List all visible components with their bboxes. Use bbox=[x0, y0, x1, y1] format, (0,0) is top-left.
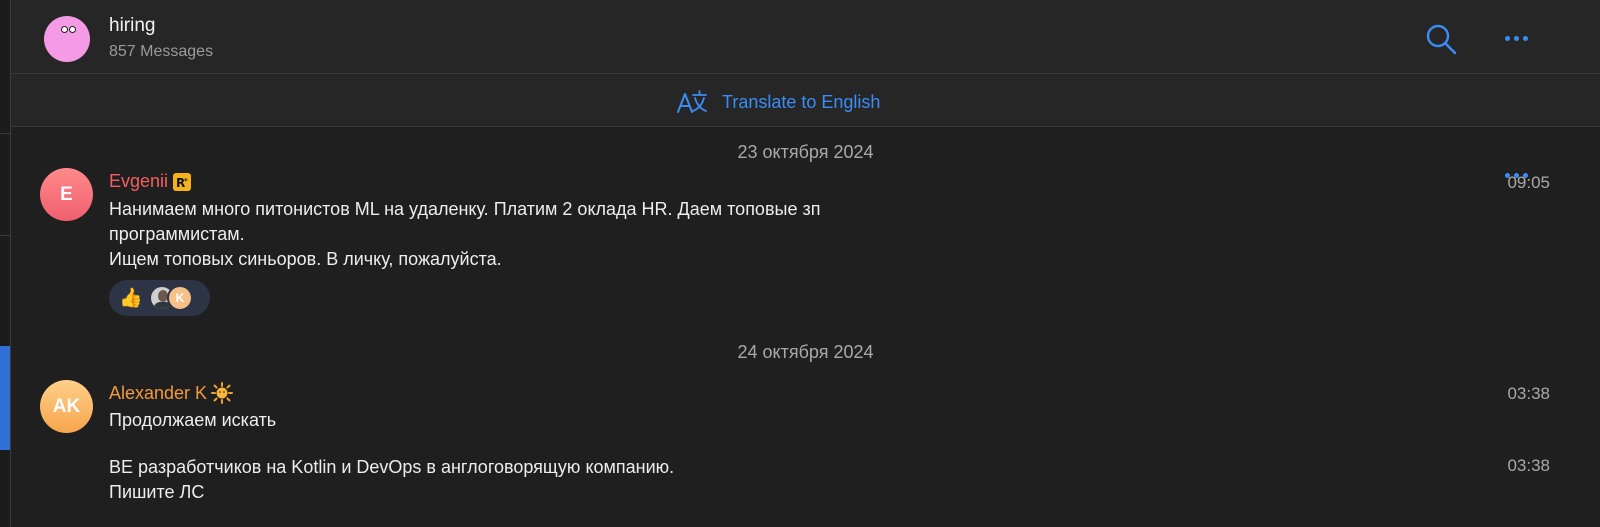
sender-name[interactable]: Alexander K bbox=[109, 382, 234, 404]
chat-list-divider bbox=[0, 235, 10, 236]
telegram-window: hiring 857 Messages Translate to English bbox=[0, 0, 1600, 527]
message-line: Ищем топовых синьоров. В личку, пожалуйс… bbox=[109, 249, 502, 269]
chat-title[interactable]: hiring bbox=[109, 15, 155, 37]
search-icon bbox=[1426, 24, 1457, 55]
thumbs-up-reaction: 👍 bbox=[119, 288, 143, 309]
sender-name[interactable]: Evgenii R * bbox=[109, 171, 192, 192]
group-avatar[interactable] bbox=[44, 16, 90, 62]
chat-pane: hiring 857 Messages Translate to English bbox=[11, 0, 1600, 527]
message-text: BE разработчиков на Kotlin и DevOps в ан… bbox=[109, 455, 989, 505]
message-text: Нанимаем много питонистов ML на удаленку… bbox=[109, 197, 989, 272]
avatar-eye-icon bbox=[61, 26, 68, 33]
message-time: 09:05 bbox=[1507, 173, 1550, 192]
message-text: Продолжаем искать bbox=[109, 408, 989, 433]
translate-button[interactable]: Translate to English bbox=[676, 88, 880, 116]
reactor-avatar: K bbox=[167, 285, 193, 311]
date-separator: 23 октября 2024 bbox=[737, 142, 874, 162]
selected-chat-indicator[interactable] bbox=[0, 346, 10, 450]
sender-name-text: Alexander K bbox=[109, 382, 208, 403]
date-separator: 24 октября 2024 bbox=[737, 342, 874, 362]
avatar-initials: AK bbox=[52, 395, 81, 417]
chat-list-divider bbox=[0, 133, 10, 134]
sender-avatar[interactable]: E bbox=[40, 168, 93, 221]
reaction-pill[interactable]: 👍 K bbox=[109, 280, 210, 316]
sender-name-text: Evgenii bbox=[109, 171, 169, 191]
message-line: программистам. bbox=[109, 224, 245, 244]
translate-label: Translate to English bbox=[722, 91, 881, 112]
message-line: Продолжаем искать bbox=[109, 410, 277, 430]
avatar-eye-icon bbox=[69, 26, 76, 33]
more-dots-icon bbox=[1505, 28, 1535, 48]
translate-icon bbox=[677, 90, 707, 113]
chat-header: hiring 857 Messages bbox=[11, 0, 1600, 74]
sun-emoji-icon bbox=[211, 382, 234, 404]
message-time: 03:38 bbox=[1507, 384, 1550, 403]
message-time: 03:38 bbox=[1507, 456, 1550, 475]
message-line: Пишите ЛС bbox=[109, 482, 205, 502]
more-options-button[interactable] bbox=[1505, 28, 1535, 48]
avatar-initials: E bbox=[60, 183, 73, 205]
search-button[interactable] bbox=[1424, 22, 1458, 56]
translate-bar: Translate to English bbox=[11, 74, 1600, 178]
chat-list-edge bbox=[0, 0, 11, 527]
message-line: BE разработчиков на Kotlin и DevOps в ан… bbox=[109, 457, 675, 477]
sender-avatar[interactable]: AK bbox=[40, 380, 93, 433]
message-line: Нанимаем много питонистов ML на удаленку… bbox=[109, 199, 821, 219]
rockstar-emoji-icon: R * bbox=[173, 172, 192, 191]
svg-text:*: * bbox=[184, 177, 188, 185]
message-count: 857 Messages bbox=[109, 43, 214, 60]
